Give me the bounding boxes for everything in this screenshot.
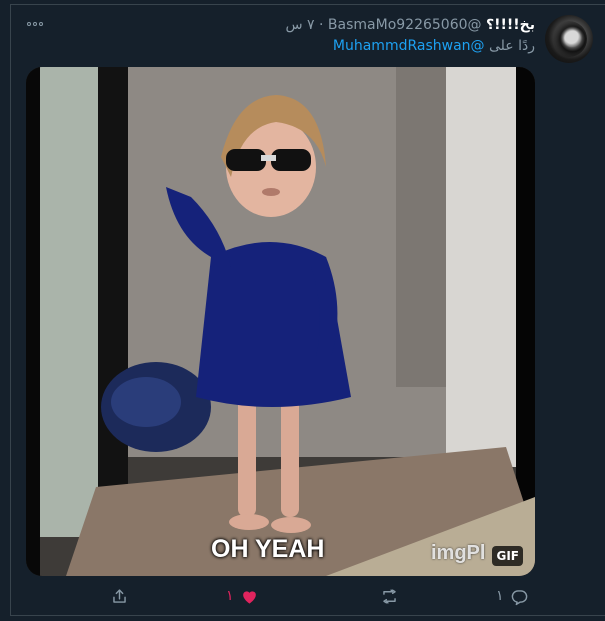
share-icon	[113, 588, 126, 603]
share-button[interactable]	[110, 583, 135, 609]
separator-dot: ·	[319, 17, 324, 33]
like-button[interactable]: ١	[226, 583, 259, 609]
user-handle[interactable]: @BasmaMo92265060	[328, 17, 482, 33]
more-options-icon[interactable]	[27, 18, 45, 30]
retweet-icon	[383, 588, 396, 604]
gif-caption-overlay: OH YEAH	[211, 535, 325, 563]
gif-badge: GIF	[492, 546, 523, 566]
reply-count: ١	[496, 588, 504, 604]
reply-button[interactable]: ١	[496, 583, 529, 609]
avatar-photo	[551, 21, 587, 57]
tweet-media-gif[interactable]: OH YEAH imgPl GIF	[26, 67, 535, 576]
like-count: ١	[226, 588, 234, 604]
more-dot	[33, 22, 37, 26]
gif-frame	[26, 67, 535, 576]
reply-mention-link[interactable]: @MuhammdRashwan	[333, 38, 485, 54]
reply-prefix: ردًا على	[489, 38, 535, 54]
reply-context: ردًا على @MuhammdRashwan	[333, 36, 535, 56]
display-name[interactable]: بخ!!!!؟	[486, 17, 535, 33]
heart-icon	[242, 590, 256, 604]
more-dot	[39, 22, 43, 26]
more-dot	[27, 22, 31, 26]
avatar[interactable]	[545, 15, 593, 63]
tweet-actions: ١ ١	[0, 583, 605, 609]
tweet-header: بخ!!!!؟ @BasmaMo92265060 · ٧ س	[285, 15, 535, 35]
reply-icon	[511, 589, 527, 605]
tweet-time[interactable]: ٧ س	[285, 17, 314, 33]
retweet-button[interactable]	[380, 583, 405, 609]
gif-watermark: imgPl	[431, 542, 486, 564]
